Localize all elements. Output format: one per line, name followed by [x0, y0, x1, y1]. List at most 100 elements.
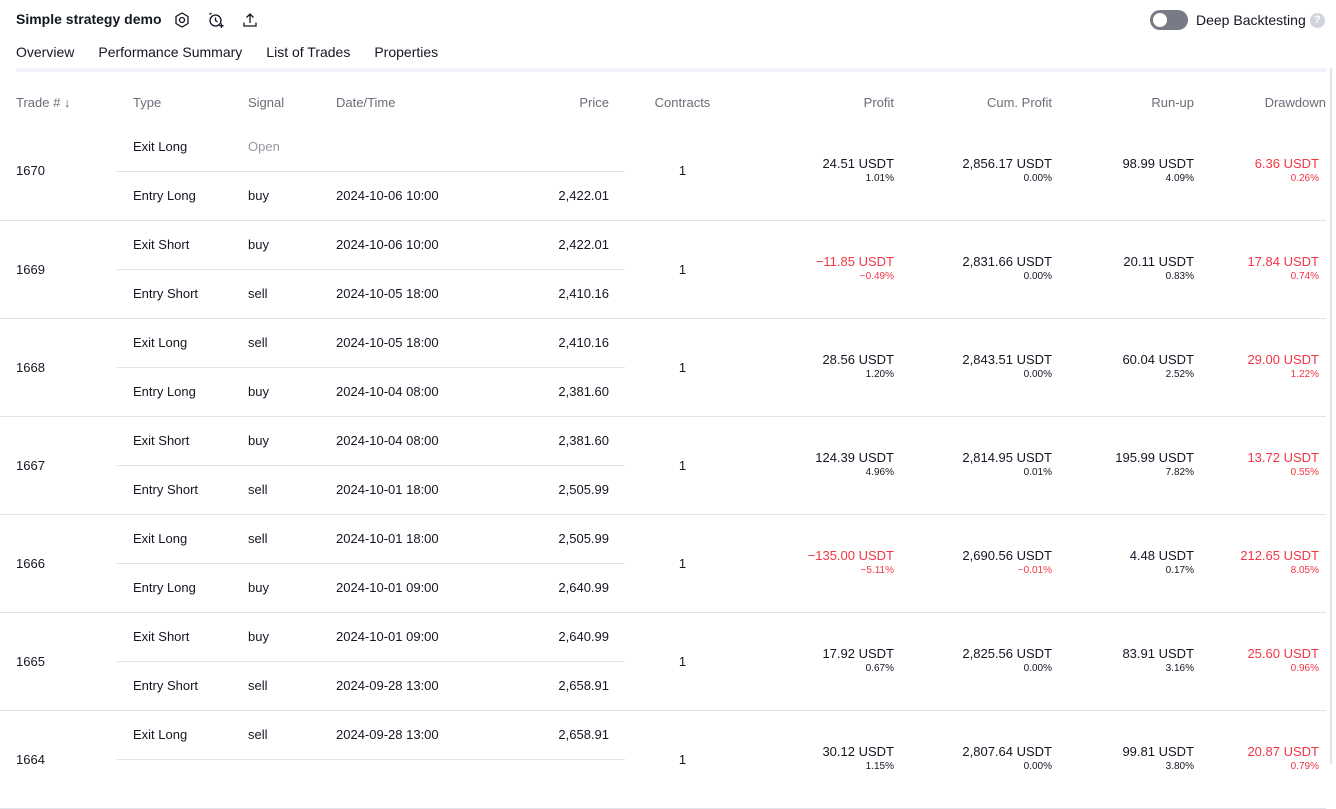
contracts: 1 [625, 220, 740, 319]
col-signal[interactable]: Signal [248, 82, 336, 122]
share-upload-icon[interactable] [240, 10, 260, 30]
exit-type: Exit Long [117, 710, 248, 760]
drawdown-percent: 0.26% [1290, 172, 1319, 184]
exit-type: Exit Short [117, 612, 248, 662]
entry-type: Entry Long [117, 563, 248, 613]
cum-profit-percent: 0.00% [1023, 271, 1052, 282]
table-row[interactable]: 1669 Exit Short buy 2024-10-06 10:00 2,422.0… [0, 220, 1326, 319]
exit-datetime: 2024-10-05 18:00 [336, 318, 486, 368]
exit-signal: Open [248, 122, 336, 172]
cum-profit-percent: 0.00% [1023, 172, 1052, 184]
exit-datetime: 2024-09-28 13:00 [336, 710, 486, 760]
runup-value: 99.81 USDT [1122, 744, 1194, 759]
drawdown-cell: 212.65 USDT 8.05% [1194, 514, 1326, 613]
table-row[interactable]: 1670 Exit Long Open 1 24.51 USDT 1.01% 2,856.1… [0, 122, 1326, 221]
cum-profit-value: 2,690.56 USDT [962, 548, 1052, 563]
entry-datetime: 2024-10-01 18:00 [336, 465, 486, 515]
contracts: 1 [625, 318, 740, 417]
table-row[interactable]: 1667 Exit Short buy 2024-10-04 08:00 2,381.6… [0, 416, 1326, 515]
runup-value: 195.99 USDT [1115, 450, 1194, 465]
exit-price: 2,422.01 [486, 220, 625, 270]
exit-datetime [336, 122, 486, 172]
drawdown-value: 6.36 USDT [1254, 155, 1319, 171]
col-cum-profit[interactable]: Cum. Profit [894, 82, 1052, 122]
entry-signal: sell [248, 269, 336, 319]
cum-profit-cell: 2,814.95 USDT 0.01% [894, 416, 1052, 515]
profit-percent: 1.20% [865, 369, 894, 380]
entry-datetime: 2024-10-04 08:00 [336, 367, 486, 417]
col-profit[interactable]: Profit [740, 82, 894, 122]
col-contracts[interactable]: Contracts [625, 82, 740, 122]
vertical-scrollbar[interactable] [1326, 68, 1336, 764]
runup-value: 98.99 USDT [1122, 155, 1194, 171]
exit-datetime: 2024-10-01 09:00 [336, 612, 486, 662]
cum-profit-value: 2,843.51 USDT [962, 352, 1052, 367]
drawdown-value: 29.00 USDT [1247, 352, 1319, 367]
col-trade-number[interactable]: Trade # ↓ [0, 82, 117, 122]
col-type[interactable]: Type [117, 82, 248, 122]
drawdown-value: 20.87 USDT [1247, 744, 1319, 759]
help-icon[interactable]: ? [1309, 12, 1325, 28]
trade-number: 1666 [0, 514, 117, 613]
col-drawdown[interactable]: Drawdown [1194, 82, 1326, 122]
table-header-row: Trade # ↓ Type Signal Date/Time Price Co… [0, 82, 1326, 122]
profit-value: −11.85 USDT [815, 254, 894, 269]
runup-percent: 0.83% [1165, 271, 1194, 282]
cum-profit-cell: 2,807.64 USDT 0.00% [894, 710, 1052, 809]
runup-cell: 20.11 USDT 0.83% [1052, 220, 1194, 319]
settings-icon[interactable] [172, 10, 192, 30]
exit-signal: buy [248, 416, 336, 466]
col-datetime[interactable]: Date/Time [336, 82, 486, 122]
exit-datetime: 2024-10-04 08:00 [336, 416, 486, 466]
contracts: 1 [625, 416, 740, 515]
cum-profit-cell: 2,690.56 USDT −0.01% [894, 514, 1052, 613]
exit-price: 2,505.99 [486, 514, 625, 564]
trades-table: Trade # ↓ Type Signal Date/Time Price Co… [0, 82, 1326, 809]
deep-backtesting-toggle[interactable] [1150, 10, 1188, 30]
exit-datetime: 2024-10-06 10:00 [336, 220, 486, 270]
runup-percent: 4.09% [1165, 172, 1194, 184]
runup-cell: 99.81 USDT 3.80% [1052, 710, 1194, 809]
profit-cell: 28.56 USDT 1.20% [740, 318, 894, 417]
cum-profit-value: 2,831.66 USDT [962, 254, 1052, 269]
trade-number: 1664 [0, 710, 117, 809]
cum-profit-value: 2,825.56 USDT [962, 646, 1052, 661]
runup-percent: 7.82% [1165, 467, 1194, 478]
entry-price: 2,410.16 [486, 269, 625, 319]
table-row[interactable]: 1668 Exit Long sell 2024-10-05 18:00 2,410.1… [0, 318, 1326, 417]
drawdown-cell: 17.84 USDT 0.74% [1194, 220, 1326, 319]
table-row[interactable]: 1665 Exit Short buy 2024-10-01 09:00 2,640.9… [0, 612, 1326, 711]
drawdown-percent: 8.05% [1290, 565, 1319, 576]
exit-signal: sell [248, 710, 336, 760]
entry-signal: buy [248, 171, 336, 221]
col-runup[interactable]: Run-up [1052, 82, 1194, 122]
drawdown-value: 17.84 USDT [1247, 254, 1319, 269]
entry-price: 2,505.99 [486, 465, 625, 515]
trade-number: 1669 [0, 220, 117, 319]
table-row[interactable]: 1666 Exit Long sell 2024-10-01 18:00 2,505.9… [0, 514, 1326, 613]
alert-add-icon[interactable] [206, 10, 226, 30]
scrollbar-thumb[interactable] [1330, 68, 1332, 764]
col-price[interactable]: Price [486, 82, 625, 122]
profit-value: 124.39 USDT [815, 450, 894, 465]
entry-datetime [336, 759, 486, 809]
profit-percent: −5.11% [860, 565, 894, 576]
tab-divider [16, 68, 1326, 72]
entry-datetime: 2024-10-06 10:00 [336, 171, 486, 221]
runup-cell: 98.99 USDT 4.09% [1052, 122, 1194, 221]
contracts: 1 [625, 122, 740, 221]
entry-type: Entry Short [117, 269, 248, 319]
profit-percent: 0.67% [865, 663, 894, 674]
cum-profit-value: 2,807.64 USDT [962, 744, 1052, 759]
exit-price: 2,658.91 [486, 710, 625, 760]
exit-type: Exit Long [117, 318, 248, 368]
trade-number: 1670 [0, 122, 117, 221]
entry-signal: buy [248, 563, 336, 613]
table-row[interactable]: 1664 Exit Long sell 2024-09-28 13:00 2,658.9… [0, 710, 1326, 809]
profit-cell: 124.39 USDT 4.96% [740, 416, 894, 515]
cum-profit-cell: 2,831.66 USDT 0.00% [894, 220, 1052, 319]
drawdown-percent: 0.74% [1290, 271, 1319, 282]
entry-type: Entry Long [117, 367, 248, 417]
drawdown-cell: 25.60 USDT 0.96% [1194, 612, 1326, 711]
profit-cell: −135.00 USDT −5.11% [740, 514, 894, 613]
